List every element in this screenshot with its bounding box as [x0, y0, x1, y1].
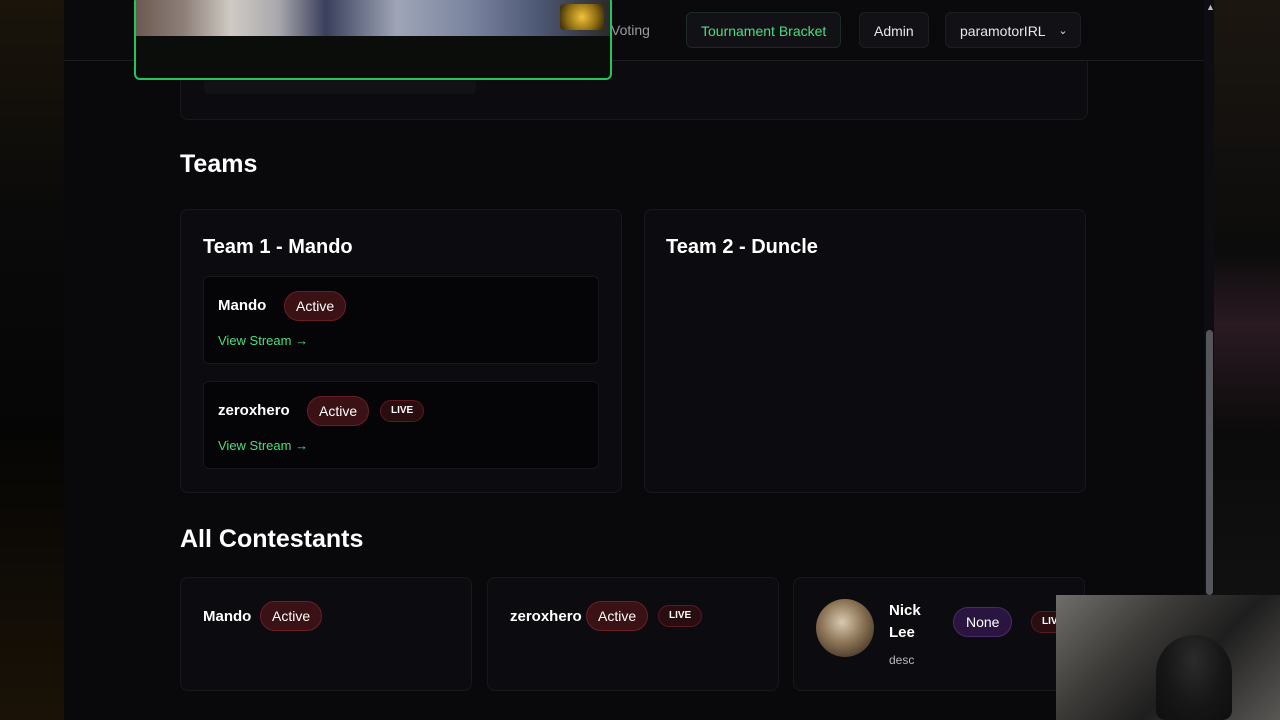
contestant-name: zeroxhero [510, 608, 582, 625]
status-badge: Active [260, 601, 323, 631]
view-stream-link[interactable]: View Stream → [218, 333, 308, 348]
video-frame [136, 0, 610, 36]
view-stream-link[interactable]: View Stream → [218, 438, 308, 453]
contestant-card[interactable]: zeroxhero Active LIVE [487, 577, 779, 691]
webcam-overlay [1056, 595, 1280, 720]
scroll-up-arrow-icon[interactable]: ▲ [1206, 2, 1215, 12]
user-name: paramotorIRL [960, 23, 1046, 39]
user-menu[interactable]: paramotorIRL ⌄ [945, 12, 1081, 48]
nav-admin[interactable]: Admin [859, 12, 929, 48]
team-2-title: Team 2 - Duncle [666, 236, 818, 258]
live-badge: LIVE [380, 400, 425, 422]
status-badge: Active [284, 291, 347, 321]
status-badge: None [953, 607, 1013, 637]
teams-heading: Teams [180, 150, 258, 178]
team-member-card: zeroxhero Active LIVE View Stream → [203, 381, 599, 469]
contestant-card[interactable]: Nick Lee None LIVE desc [793, 577, 1085, 691]
contestant-name-first: Nick [889, 602, 921, 619]
live-badge: LIVE [658, 605, 703, 627]
contestant-name-last: Lee [889, 624, 915, 641]
contestant-description: desc [889, 653, 915, 667]
member-name: Mando [218, 297, 267, 314]
broadcast-logo [560, 4, 604, 30]
video-stream-overlay[interactable] [134, 0, 612, 80]
team-1-title: Team 1 - Mando [203, 236, 353, 258]
previous-section-placeholder [204, 80, 476, 94]
nav-voting[interactable]: Voting [611, 12, 650, 48]
team-member-card: Mando Active View Stream → [203, 276, 599, 364]
avatar [816, 599, 874, 657]
contestant-name: Mando [203, 608, 252, 625]
all-contestants-heading: All Contestants [180, 525, 364, 553]
nav-tournament-bracket[interactable]: Tournament Bracket [686, 12, 842, 48]
chevron-down-icon: ⌄ [1058, 25, 1068, 37]
left-backdrop [0, 0, 64, 720]
scrollbar-thumb[interactable] [1206, 330, 1213, 595]
status-badge: Active [307, 396, 370, 426]
contestant-card[interactable]: Mando Active [180, 577, 472, 691]
status-badge: Active [586, 601, 649, 631]
webcam-person [1156, 635, 1232, 720]
member-name: zeroxhero [218, 402, 290, 419]
